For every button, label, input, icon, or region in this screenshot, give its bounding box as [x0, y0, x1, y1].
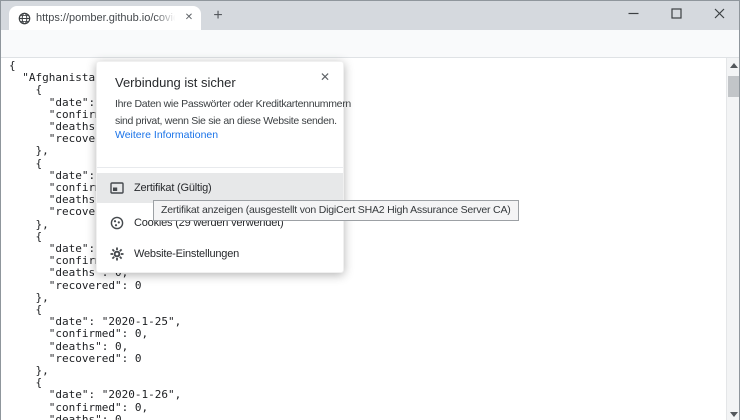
browser-tab[interactable]: https://pomber.github.io/covid19 ✕: [9, 6, 201, 30]
popup-title: Verbindung ist sicher: [115, 75, 236, 90]
popup-body-line1: Ihre Daten wie Passwörter oder Kreditkar…: [115, 96, 351, 113]
tab-title-fade: [155, 8, 182, 28]
popup-body: Ihre Daten wie Passwörter oder Kreditkar…: [115, 96, 351, 130]
window-close-button[interactable]: [705, 1, 733, 25]
popup-separator: [97, 167, 343, 168]
scrollbar[interactable]: [726, 58, 739, 420]
site-info-popup: ✕ Verbindung ist sicher Ihre Daten wie P…: [96, 61, 344, 273]
maximize-icon: [671, 8, 682, 19]
window-minimize-button[interactable]: [619, 1, 647, 25]
scroll-up-icon: [730, 63, 738, 68]
certificate-icon: [110, 181, 124, 195]
titlebar: https://pomber.github.io/covid19 ✕ +: [1, 1, 739, 30]
toolbar: pomber.github.io/covid19/timeseries.json: [1, 30, 739, 58]
certificate-tooltip: Zertifikat anzeigen (ausgestellt von Dig…: [153, 200, 519, 221]
close-icon: [714, 8, 725, 19]
menu-item-label: Website-Einstellungen: [134, 248, 239, 260]
scrollbar-thumb[interactable]: [728, 76, 739, 97]
gear-icon: [110, 247, 124, 261]
globe-favicon-icon: [18, 12, 31, 25]
scroll-up-button[interactable]: [727, 58, 740, 72]
menu-item-certificate[interactable]: Zertifikat (Gültig): [97, 173, 343, 203]
popup-close-icon[interactable]: ✕: [320, 70, 330, 84]
menu-item-label: Zertifikat (Gültig): [134, 182, 212, 194]
menu-item-site-settings[interactable]: Website-Einstellungen: [97, 239, 343, 269]
browser-window: https://pomber.github.io/covid19 ✕ +: [0, 0, 740, 420]
minimize-icon: [628, 8, 639, 19]
more-info-link[interactable]: Weitere Informationen: [115, 127, 218, 144]
cookie-icon: [110, 216, 124, 230]
new-tab-button[interactable]: +: [207, 5, 229, 27]
scroll-down-button[interactable]: [727, 407, 740, 420]
window-maximize-button[interactable]: [662, 1, 690, 25]
tab-close-icon[interactable]: ✕: [181, 6, 197, 30]
scroll-down-icon: [730, 412, 738, 417]
